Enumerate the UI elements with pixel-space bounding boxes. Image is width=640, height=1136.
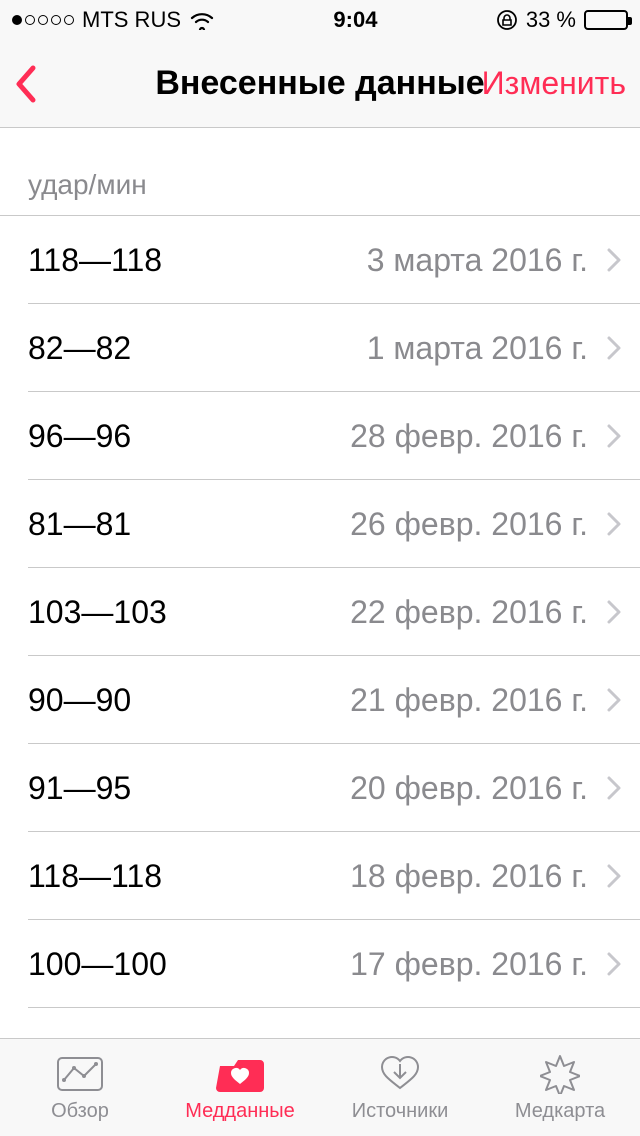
value-label: 90—90 (28, 682, 131, 719)
list-item[interactable]: 96—96 28 февр. 2016 г. (0, 392, 640, 480)
battery-percent: 33 % (526, 7, 576, 33)
value-label: 91—95 (28, 770, 131, 807)
battery-icon (584, 10, 628, 30)
list-item[interactable]: 118—118 3 марта 2016 г. (0, 216, 640, 304)
status-time: 9:04 (333, 7, 377, 33)
tab-overview[interactable]: Обзор (0, 1039, 160, 1136)
chevron-right-icon (600, 744, 640, 832)
chevron-left-icon (13, 64, 37, 104)
carrier-label: MTS RUS (82, 7, 181, 33)
chevron-right-icon (600, 568, 640, 656)
list-item[interactable]: 103—103 22 февр. 2016 г. (0, 568, 640, 656)
tab-label: Источники (352, 1100, 449, 1123)
tab-medical-id[interactable]: Медкарта (480, 1039, 640, 1136)
unit-label: удар/мин (28, 169, 147, 201)
tab-bar: Обзор Медданные Источники Медкарта (0, 1038, 640, 1136)
cellular-signal-icon (12, 15, 74, 25)
chevron-right-icon (600, 920, 640, 1008)
value-label: 103—103 (28, 594, 167, 631)
folder-heart-icon (216, 1052, 264, 1096)
status-bar: MTS RUS 9:04 33 % (0, 0, 640, 40)
chevron-right-icon (600, 480, 640, 568)
tab-label: Медданные (185, 1100, 295, 1123)
chevron-right-icon (600, 392, 640, 480)
edit-button[interactable]: Изменить (482, 65, 626, 102)
chevron-right-icon (600, 656, 640, 744)
date-label: 17 февр. 2016 г. (167, 946, 600, 983)
chevron-right-icon (600, 832, 640, 920)
list-item[interactable]: 100—100 17 февр. 2016 г. (0, 920, 640, 1008)
chevron-right-icon (600, 304, 640, 392)
section-header: удар/мин (0, 128, 640, 216)
list-item[interactable]: 91—95 20 февр. 2016 г. (0, 744, 640, 832)
tab-sources[interactable]: Источники (320, 1039, 480, 1136)
navigation-bar: Внесенные данные Изменить (0, 40, 640, 128)
medical-star-icon (536, 1052, 584, 1096)
list-item[interactable]: 81—81 26 февр. 2016 г. (0, 480, 640, 568)
back-button[interactable] (0, 40, 50, 128)
chevron-right-icon (600, 216, 640, 304)
wifi-icon (189, 10, 215, 30)
tab-label: Медкарта (515, 1100, 605, 1123)
date-label: 28 февр. 2016 г. (131, 418, 600, 455)
tab-health-data[interactable]: Медданные (160, 1039, 320, 1136)
date-label: 18 февр. 2016 г. (162, 858, 600, 895)
value-label: 81—81 (28, 506, 131, 543)
value-label: 118—118 (28, 858, 162, 895)
date-label: 1 марта 2016 г. (131, 330, 600, 367)
date-label: 3 марта 2016 г. (162, 242, 600, 279)
value-label: 82—82 (28, 330, 131, 367)
date-label: 20 февр. 2016 г. (131, 770, 600, 807)
date-label: 26 февр. 2016 г. (131, 506, 600, 543)
data-list: 118—118 3 марта 2016 г. 82—82 1 марта 20… (0, 216, 640, 1008)
status-right: 33 % (496, 7, 628, 33)
orientation-lock-icon (496, 9, 518, 31)
value-label: 118—118 (28, 242, 162, 279)
list-item[interactable]: 118—118 18 февр. 2016 г. (0, 832, 640, 920)
heart-down-icon (376, 1052, 424, 1096)
date-label: 22 февр. 2016 г. (167, 594, 600, 631)
date-label: 21 февр. 2016 г. (131, 682, 600, 719)
list-item[interactable]: 82—82 1 марта 2016 г. (0, 304, 640, 392)
status-left: MTS RUS (12, 7, 215, 33)
value-label: 96—96 (28, 418, 131, 455)
chart-icon (56, 1052, 104, 1096)
list-item[interactable]: 90—90 21 февр. 2016 г. (0, 656, 640, 744)
value-label: 100—100 (28, 946, 167, 983)
tab-label: Обзор (51, 1100, 109, 1123)
